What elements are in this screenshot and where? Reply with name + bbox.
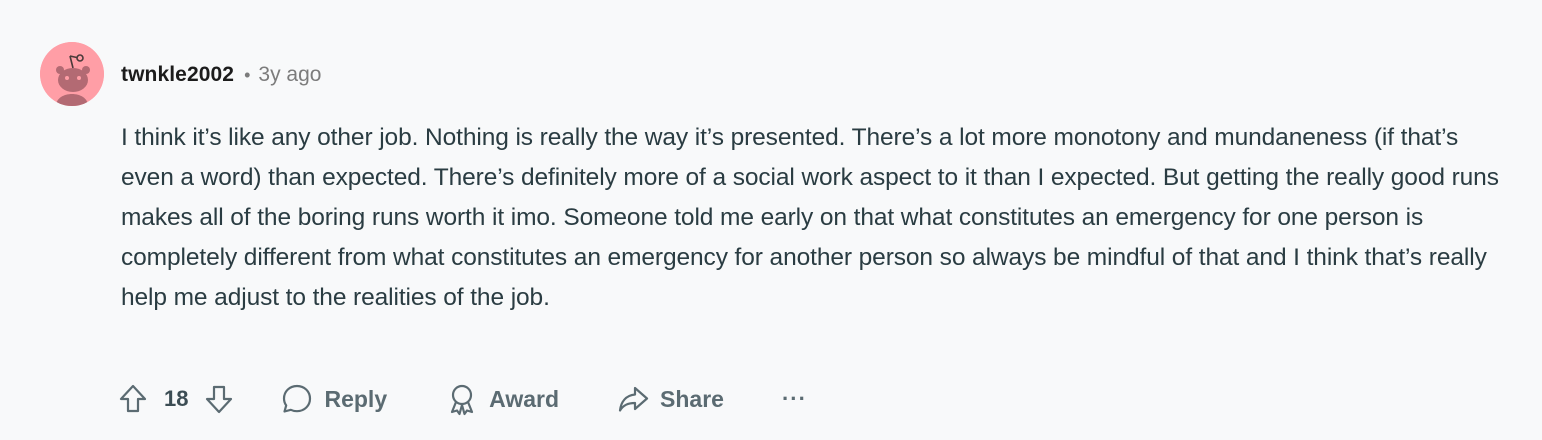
comment-meta: twnkle2002 • 3y ago [121,60,321,90]
comment-text: I think it’s like any other job. Nothing… [121,124,1499,311]
ellipsis-icon: ··· [781,386,807,411]
share-arrow-icon [618,386,649,412]
downvote-arrow-icon [206,385,233,414]
award-ribbon-icon [451,384,474,416]
share-label: Share [660,385,724,412]
more-options-button[interactable]: ··· [782,386,807,412]
comment: twnkle2002 • 3y ago I think it’s like an… [0,0,1542,440]
award-label: Award [489,385,560,412]
speech-bubble-icon [283,384,312,413]
comment-actions: 18 Reply Award Share ··· [116,378,807,420]
reddit-snoo-icon [40,42,104,106]
reply-label: Reply [324,385,388,412]
share-button[interactable]: Share [616,382,724,416]
reply-button[interactable]: Reply [280,382,387,416]
upvote-arrow-icon [119,384,147,413]
comment-body: I think it’s like any other job. Nothing… [121,118,1511,318]
avatar[interactable] [40,42,104,106]
upvote-button[interactable] [116,382,150,416]
vote-count: 18 [164,386,189,411]
username[interactable]: twnkle2002 [121,63,234,87]
downvote-button[interactable] [202,382,236,416]
timestamp[interactable]: 3y ago [258,63,321,87]
meta-separator: • [244,64,251,85]
award-button[interactable]: Award [445,382,559,416]
